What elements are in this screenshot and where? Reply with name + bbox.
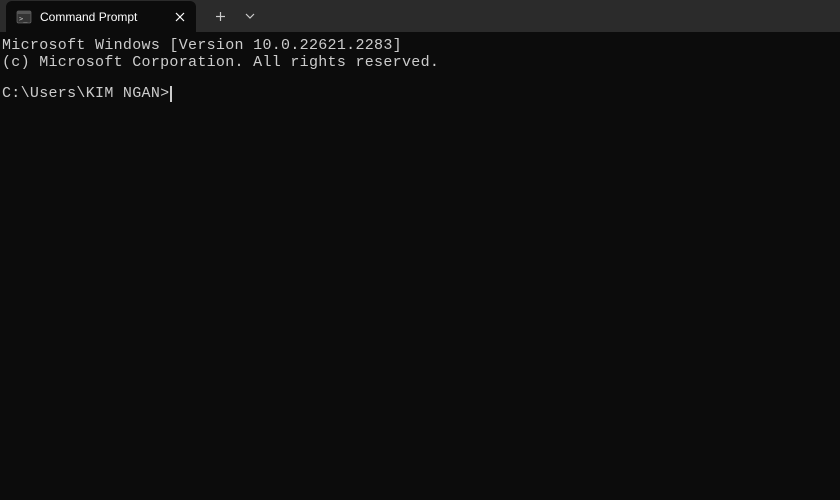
tab-title: Command Prompt xyxy=(40,10,152,24)
title-bar: >_ Command Prompt xyxy=(0,0,840,32)
new-tab-button[interactable] xyxy=(206,2,234,30)
svg-text:>_: >_ xyxy=(19,15,28,23)
tab-command-prompt[interactable]: >_ Command Prompt xyxy=(6,1,196,33)
tab-dropdown-button[interactable] xyxy=(236,2,264,30)
cursor xyxy=(170,86,172,102)
close-icon[interactable] xyxy=(172,9,188,25)
copyright-line: (c) Microsoft Corporation. All rights re… xyxy=(2,55,838,72)
prompt-line: C:\Users\KIM NGAN> xyxy=(2,86,838,103)
terminal-icon: >_ xyxy=(16,9,32,25)
tab-controls xyxy=(206,2,264,30)
prompt-text: C:\Users\KIM NGAN> xyxy=(2,86,169,103)
version-line: Microsoft Windows [Version 10.0.22621.22… xyxy=(2,38,838,55)
terminal-output[interactable]: Microsoft Windows [Version 10.0.22621.22… xyxy=(0,32,840,109)
